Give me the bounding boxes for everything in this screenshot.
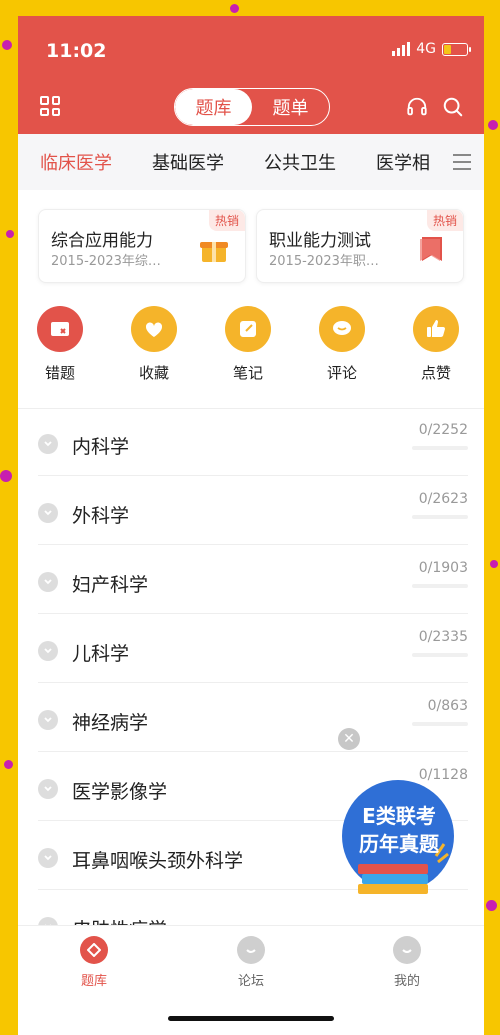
chevron-down-icon: [38, 503, 58, 523]
category-menu-icon[interactable]: [440, 134, 484, 190]
shortcut-label: 笔记: [232, 364, 263, 382]
progress-count: 0/863: [427, 698, 468, 714]
shortcut-row: 错题 收藏 笔记 评论 点赞: [18, 306, 484, 392]
category-tab-1[interactable]: 基础医学: [152, 149, 224, 175]
subject-name: 耳鼻咽喉头颈外科学: [72, 850, 244, 872]
confetti-dot: [6, 230, 14, 238]
chevron-down-icon: [38, 434, 58, 454]
thumbs-up-icon: [413, 306, 459, 352]
chevron-down-icon: [38, 572, 58, 592]
promo-close-button[interactable]: ✕: [338, 728, 360, 750]
progress-count: 0/2252: [418, 422, 468, 438]
subject-name: 内科学: [72, 436, 130, 458]
chevron-down-icon: [38, 710, 58, 730]
tab-forum-nav[interactable]: 论坛: [211, 936, 291, 989]
progress-bar: [412, 515, 468, 519]
tab-question-bank-nav[interactable]: 题库: [54, 936, 134, 989]
question-bank-icon: [80, 936, 108, 964]
tab-label: 我的: [393, 974, 420, 989]
phone-screen: 11:02 4G 题库 题单 临床医学 基础医学 公共卫生 医学相 综合应用能力…: [18, 16, 484, 1035]
subject-row[interactable]: 妇产科学 0/1903: [38, 546, 468, 614]
gift-icon: [200, 242, 228, 262]
progress-count: 0/2623: [418, 491, 468, 507]
shortcut-favorites[interactable]: 收藏: [124, 306, 184, 383]
subject-name: 妇产科学: [72, 574, 149, 596]
product-card-0[interactable]: 综合应用能力 2015-2023年综… 热销: [38, 209, 246, 283]
apps-grid-icon[interactable]: [40, 96, 60, 116]
battery-icon: [442, 42, 471, 56]
shortcut-label: 点赞: [420, 364, 451, 382]
confetti-dot: [486, 900, 497, 911]
signal-icon: [392, 42, 411, 56]
subject-row[interactable]: 神经病学 0/863: [38, 684, 468, 752]
status-indicators: 4G: [392, 41, 471, 57]
shortcut-likes[interactable]: 点赞: [406, 306, 466, 383]
progress-bar: [412, 584, 468, 588]
tab-label: 论坛: [237, 974, 264, 989]
category-tab-2[interactable]: 公共卫生: [264, 149, 336, 175]
search-icon[interactable]: [442, 96, 464, 118]
shortcut-comments[interactable]: 评论: [312, 306, 372, 383]
tab-question-bank[interactable]: 题库: [175, 89, 252, 125]
confetti-dot: [488, 120, 498, 130]
tab-label: 题库: [80, 974, 107, 989]
status-time: 11:02: [46, 40, 107, 62]
headphones-icon[interactable]: [406, 96, 428, 118]
heart-icon: [131, 306, 177, 352]
subject-row[interactable]: 外科学 0/2623: [38, 477, 468, 545]
progress-count: 0/2335: [418, 629, 468, 645]
category-tab-0[interactable]: 临床医学: [40, 149, 112, 175]
bookmark-icon: [420, 237, 442, 261]
top-bar: 11:02 4G 题库 题单: [18, 16, 484, 134]
subject-name: 神经病学: [72, 712, 149, 734]
confetti-dot: [4, 760, 13, 769]
card-subtitle: 2015-2023年综…: [51, 254, 161, 269]
progress-bar: [412, 446, 468, 450]
confetti-dot: [2, 40, 12, 50]
chevron-down-icon: [38, 641, 58, 661]
note-icon: [225, 306, 271, 352]
confetti-dot: [230, 4, 239, 13]
product-card-1[interactable]: 职业能力测试 2015-2023年职… 热销: [256, 209, 464, 283]
card-title: 综合应用能力: [51, 231, 153, 251]
subject-row[interactable]: 内科学 0/2252: [38, 408, 468, 476]
card-subtitle: 2015-2023年职…: [269, 254, 379, 269]
hot-badge: 热销: [426, 210, 463, 231]
progress-bar: [412, 653, 468, 657]
comment-icon: [319, 306, 365, 352]
confetti-dot: [490, 560, 498, 568]
home-indicator: [168, 1016, 334, 1021]
category-tab-3[interactable]: 医学相: [376, 149, 430, 175]
promo-badge[interactable]: E类联考 历年真题: [340, 778, 456, 902]
shortcut-label: 错题: [44, 364, 75, 382]
shortcut-notes[interactable]: 笔记: [218, 306, 278, 383]
network-label: 4G: [416, 41, 436, 57]
chevron-down-icon: [38, 848, 58, 868]
subject-name: 外科学: [72, 505, 130, 527]
progress-bar: [412, 722, 468, 726]
subject-name: 医学影像学: [72, 781, 168, 803]
segment-control: 题库 题单: [174, 88, 330, 126]
promo-line-2: 历年真题: [359, 832, 439, 856]
card-title: 职业能力测试: [269, 231, 371, 251]
progress-count: 0/1903: [418, 560, 468, 576]
hot-badge: 热销: [208, 210, 245, 231]
shortcut-label: 评论: [326, 364, 357, 382]
shortcut-wrong[interactable]: 错题: [30, 306, 90, 383]
wrong-questions-icon: [37, 306, 83, 352]
category-bar: 临床医学 基础医学 公共卫生 医学相: [18, 134, 484, 190]
profile-icon: [393, 936, 421, 964]
tab-mine-nav[interactable]: 我的: [367, 936, 447, 989]
subject-row[interactable]: 儿科学 0/2335: [38, 615, 468, 683]
tab-question-list[interactable]: 题单: [252, 89, 329, 125]
chevron-down-icon: [38, 779, 58, 799]
shortcut-label: 收藏: [138, 364, 169, 382]
promo-line-1: E类联考: [362, 804, 436, 828]
confetti-dot: [0, 470, 12, 482]
subject-name: 儿科学: [72, 643, 130, 665]
forum-icon: [237, 936, 265, 964]
